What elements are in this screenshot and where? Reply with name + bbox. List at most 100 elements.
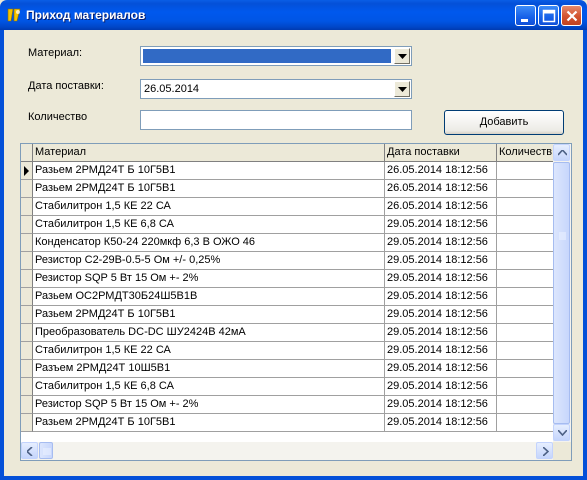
cell-quantity[interactable]: 10 — [497, 216, 553, 234]
row-indicator[interactable] — [21, 396, 33, 414]
table-row[interactable]: Разьем 2РМД24Т Б 10Г5В1 26.05.2014 18:12:… — [21, 162, 553, 180]
table-row[interactable]: Разьем 2РМД24Т Б 10Г5В1 29.05.2014 18:12:… — [21, 306, 553, 324]
header-material[interactable]: Материал — [33, 144, 385, 162]
row-indicator[interactable] — [21, 252, 33, 270]
row-indicator[interactable] — [21, 360, 33, 378]
add-button[interactable]: Добавить — [444, 110, 564, 135]
cell-quantity[interactable]: 100 — [497, 360, 553, 378]
maximize-button[interactable] — [538, 5, 559, 26]
cell-date[interactable]: 29.05.2014 18:12:56 — [385, 378, 497, 396]
title-bar[interactable]: Приход материалов — [0, 0, 587, 30]
date-dropdown-button[interactable] — [394, 81, 410, 97]
table-row[interactable]: Резистор С2-29В-0.5-5 Ом +/- 0,25% 29.05.… — [21, 252, 553, 270]
cell-material[interactable]: Стабилитрон 1,5 КЕ 6,8 СА — [33, 378, 385, 396]
cell-material[interactable]: Разьем 2РМД24Т Б 10Г5В1 — [33, 162, 385, 180]
cell-material[interactable]: Разьем 2РМД24Т Б 10Г5В1 — [33, 414, 385, 432]
app-icon[interactable] — [6, 7, 22, 23]
scroll-left-button[interactable] — [21, 442, 38, 459]
cell-quantity[interactable]: 10 — [497, 198, 553, 216]
cell-material[interactable]: Резистор SQP 5 Вт 15 Ом +- 2% — [33, 270, 385, 288]
header-quantity[interactable]: Количеств — [497, 144, 553, 162]
cell-quantity[interactable]: 100 — [497, 252, 553, 270]
cell-material[interactable]: Резистор SQP 5 Вт 15 Ом +- 2% — [33, 396, 385, 414]
table-row[interactable]: Резистор SQP 5 Вт 15 Ом +- 2% 29.05.2014 … — [21, 270, 553, 288]
scroll-up-button[interactable] — [553, 144, 570, 161]
table-row[interactable]: Стабилитрон 1,5 КЕ 22 СА 29.05.2014 18:12… — [21, 342, 553, 360]
cell-date[interactable]: 29.05.2014 18:12:56 — [385, 270, 497, 288]
cell-quantity[interactable]: 100 — [497, 396, 553, 414]
row-indicator[interactable] — [21, 342, 33, 360]
cell-material[interactable]: Разьем 2РМД24Т Б 10Г5В1 — [33, 180, 385, 198]
material-dropdown-button[interactable] — [394, 48, 410, 64]
cell-date[interactable]: 29.05.2014 18:12:56 — [385, 324, 497, 342]
close-button[interactable] — [561, 5, 582, 26]
cell-material[interactable]: Стабилитрон 1,5 КЕ 6,8 СА — [33, 216, 385, 234]
cell-material[interactable]: Конденсатор К50-24 220мкф 6,3 В ОЖО 46 — [33, 234, 385, 252]
cell-material[interactable]: Разьем 2РМД24Т Б 10Г5В1 — [33, 306, 385, 324]
row-indicator[interactable] — [21, 288, 33, 306]
table-row[interactable]: Разъем 2РМД24Т 10Ш5В1 29.05.2014 18:12:56… — [21, 360, 553, 378]
row-indicator[interactable] — [21, 324, 33, 342]
row-indicator[interactable] — [21, 270, 33, 288]
grid-viewport[interactable]: Материал Дата поставки Количеств Разьем … — [21, 144, 553, 442]
cell-quantity[interactable]: 100 — [497, 306, 553, 324]
cell-quantity[interactable]: 100 — [497, 234, 553, 252]
cell-date[interactable]: 26.05.2014 18:12:56 — [385, 180, 497, 198]
table-row[interactable]: Разьем ОС2РМДТ30Б24Ш5В1В 29.05.2014 18:12… — [21, 288, 553, 306]
chevron-left-icon — [27, 447, 33, 456]
cell-date[interactable]: 29.05.2014 18:12:56 — [385, 234, 497, 252]
cell-date[interactable]: 29.05.2014 18:12:56 — [385, 396, 497, 414]
vertical-scrollbar[interactable] — [553, 144, 571, 442]
horizontal-scrollbar[interactable] — [21, 442, 553, 460]
quantity-input[interactable] — [140, 110, 412, 130]
cell-quantity[interactable]: 100 — [497, 324, 553, 342]
cell-quantity[interactable]: 100 — [497, 378, 553, 396]
row-indicator[interactable] — [21, 180, 33, 198]
header-date[interactable]: Дата поставки — [385, 144, 497, 162]
cell-date[interactable]: 29.05.2014 18:12:56 — [385, 216, 497, 234]
date-combobox[interactable]: 26.05.2014 — [140, 79, 412, 99]
cell-date[interactable]: 29.05.2014 18:12:56 — [385, 252, 497, 270]
table-row[interactable]: Конденсатор К50-24 220мкф 6,3 В ОЖО 46 29… — [21, 234, 553, 252]
cell-material[interactable]: Стабилитрон 1,5 КЕ 22 СА — [33, 198, 385, 216]
cell-quantity[interactable]: 10 — [497, 162, 553, 180]
cell-quantity[interactable]: 100 — [497, 270, 553, 288]
cell-material[interactable]: Преобразователь DC-DC ШУ2424В 42мА — [33, 324, 385, 342]
row-indicator[interactable] — [21, 216, 33, 234]
cell-material[interactable]: Резистор С2-29В-0.5-5 Ом +/- 0,25% — [33, 252, 385, 270]
cell-date[interactable]: 29.05.2014 18:12:56 — [385, 360, 497, 378]
cell-date[interactable]: 26.05.2014 18:12:56 — [385, 198, 497, 216]
scroll-down-button[interactable] — [553, 424, 570, 441]
row-indicator[interactable] — [21, 306, 33, 324]
cell-quantity[interactable]: 100 — [497, 342, 553, 360]
cell-quantity[interactable]: 100 — [497, 414, 553, 432]
cell-material[interactable]: Разъем 2РМД24Т 10Ш5В1 — [33, 360, 385, 378]
cell-quantity[interactable]: 23 — [497, 180, 553, 198]
table-row[interactable]: Разьем 2РМД24Т Б 10Г5В1 29.05.2014 18:12:… — [21, 414, 553, 432]
minimize-button[interactable] — [515, 5, 536, 26]
cell-quantity[interactable]: 100 — [497, 288, 553, 306]
table-row[interactable]: Преобразователь DC-DC ШУ2424В 42мА 29.05.… — [21, 324, 553, 342]
row-indicator[interactable] — [21, 378, 33, 396]
row-indicator[interactable] — [21, 414, 33, 432]
row-indicator[interactable] — [21, 198, 33, 216]
table-row[interactable]: Стабилитрон 1,5 КЕ 6,8 СА 29.05.2014 18:1… — [21, 378, 553, 396]
horizontal-scroll-thumb[interactable] — [39, 442, 53, 459]
cell-material[interactable]: Разьем ОС2РМДТ30Б24Ш5В1В — [33, 288, 385, 306]
vertical-scroll-thumb[interactable] — [553, 162, 570, 424]
table-row[interactable]: Разьем 2РМД24Т Б 10Г5В1 26.05.2014 18:12:… — [21, 180, 553, 198]
cell-date[interactable]: 29.05.2014 18:12:56 — [385, 288, 497, 306]
cell-date[interactable]: 29.05.2014 18:12:56 — [385, 306, 497, 324]
materials-grid[interactable]: Материал Дата поставки Количеств Разьем … — [20, 143, 572, 461]
table-row[interactable]: Стабилитрон 1,5 КЕ 22 СА 26.05.2014 18:12… — [21, 198, 553, 216]
cell-date[interactable]: 29.05.2014 18:12:56 — [385, 342, 497, 360]
row-indicator[interactable] — [21, 234, 33, 252]
cell-date[interactable]: 29.05.2014 18:12:56 — [385, 414, 497, 432]
table-row[interactable]: Резистор SQP 5 Вт 15 Ом +- 2% 29.05.2014 … — [21, 396, 553, 414]
row-indicator[interactable] — [21, 162, 33, 180]
material-combobox[interactable] — [140, 46, 412, 66]
cell-date[interactable]: 26.05.2014 18:12:56 — [385, 162, 497, 180]
cell-material[interactable]: Стабилитрон 1,5 КЕ 22 СА — [33, 342, 385, 360]
table-row[interactable]: Стабилитрон 1,5 КЕ 6,8 СА 29.05.2014 18:1… — [21, 216, 553, 234]
scroll-right-button[interactable] — [536, 442, 553, 459]
